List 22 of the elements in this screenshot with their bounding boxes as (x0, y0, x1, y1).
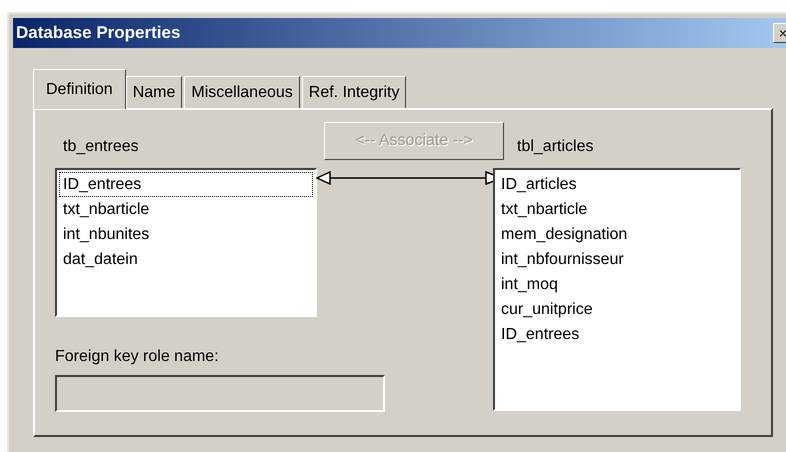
field-label: Foreign key role name: (55, 347, 220, 367)
close-button[interactable]: × (773, 23, 786, 43)
list-item[interactable]: mem_designation (497, 222, 737, 247)
window-title: Database Properties (16, 22, 180, 44)
list-item[interactable]: ID_articles (497, 172, 737, 197)
list-item[interactable]: ID_entrees (59, 172, 313, 197)
list-item[interactable]: ID_entrees (497, 322, 737, 347)
list-item[interactable]: int_nbunites (59, 222, 313, 247)
list-item[interactable]: txt_nbarticle (497, 197, 737, 222)
list-item[interactable]: int_moq (497, 272, 737, 297)
table-label: tb_entrees (63, 137, 140, 156)
list-item[interactable]: dat_datein (59, 247, 313, 272)
list-item[interactable]: txt_nbarticle (59, 197, 313, 222)
column-list[interactable]: ID_articles txt_nbarticle mem_designation int_nbfournisseur int_moq cur_unitprice ID_entrees (493, 168, 741, 411)
column-list[interactable]: ID_entrees txt_nbarticle int_nbunites dat_datein (55, 168, 317, 317)
list-item[interactable]: cur_unitprice (497, 297, 737, 322)
tab[interactable]: Name (126, 76, 182, 108)
tab[interactable]: Ref. Integrity (302, 76, 406, 108)
list-item[interactable]: int_nbfournisseur (497, 247, 737, 272)
tab[interactable]: Miscellaneous (184, 76, 300, 108)
tab[interactable]: Definition (33, 69, 126, 109)
table-label: tbl_articles (517, 137, 594, 156)
